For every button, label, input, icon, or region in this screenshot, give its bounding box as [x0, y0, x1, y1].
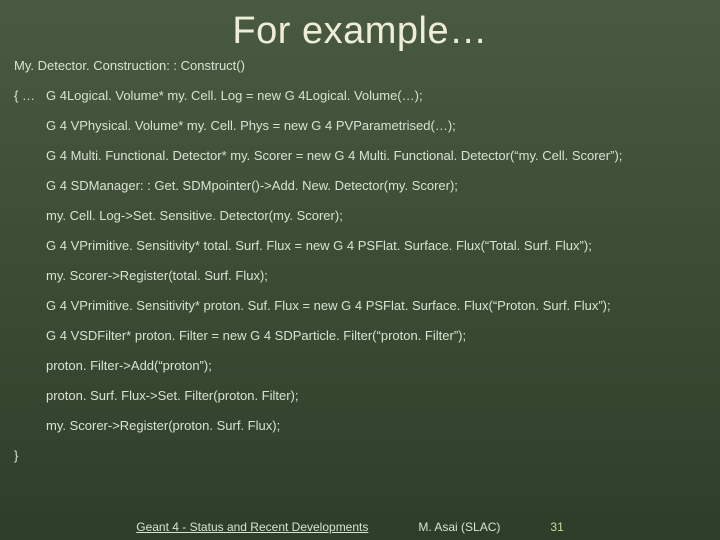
- code-line: { … G 4Logical. Volume* my. Cell. Log = …: [14, 89, 706, 102]
- code-brace-close: }: [14, 449, 18, 462]
- code-line: G 4 Multi. Functional. Detector* my. Sco…: [14, 149, 706, 162]
- code-brace-open: { …: [14, 89, 46, 102]
- code-text: G 4 VPrimitive. Sensitivity* proton. Suf…: [46, 299, 611, 312]
- code-line: proton. Surf. Flux->Set. Filter(proton. …: [14, 389, 706, 402]
- slide: For example… My. Detector. Construction:…: [0, 0, 720, 540]
- code-line: G 4 VPrimitive. Sensitivity* total. Surf…: [14, 239, 706, 252]
- footer-title: Geant 4 - Status and Recent Developments: [136, 520, 368, 534]
- code-text: G 4 VPhysical. Volume* my. Cell. Phys = …: [46, 119, 456, 132]
- code-line: my. Scorer->Register(total. Surf. Flux);: [14, 269, 706, 282]
- slide-title: For example…: [0, 0, 720, 59]
- slide-body: My. Detector. Construction: : Construct(…: [0, 59, 720, 462]
- code-line: G 4 SDManager: : Get. SDMpointer()->Add.…: [14, 179, 706, 192]
- footer-author: M. Asai (SLAC): [418, 520, 500, 534]
- slide-footer: Geant 4 - Status and Recent Developments…: [0, 520, 720, 534]
- code-text: G 4 SDManager: : Get. SDMpointer()->Add.…: [46, 179, 458, 192]
- code-line: proton. Filter->Add(“proton”);: [14, 359, 706, 372]
- code-text: G 4 VPrimitive. Sensitivity* total. Surf…: [46, 239, 592, 252]
- code-line: My. Detector. Construction: : Construct(…: [14, 59, 706, 72]
- code-text: my. Cell. Log->Set. Sensitive. Detector(…: [46, 209, 343, 222]
- code-text: G 4 VSDFilter* proton. Filter = new G 4 …: [46, 329, 466, 342]
- code-text: my. Scorer->Register(proton. Surf. Flux)…: [46, 419, 280, 432]
- code-line: G 4 VPhysical. Volume* my. Cell. Phys = …: [14, 119, 706, 132]
- code-line: }: [14, 449, 706, 462]
- footer-page-number: 31: [550, 520, 563, 534]
- code-text: G 4 Multi. Functional. Detector* my. Sco…: [46, 149, 622, 162]
- code-text: my. Scorer->Register(total. Surf. Flux);: [46, 269, 268, 282]
- code-text: G 4Logical. Volume* my. Cell. Log = new …: [46, 89, 423, 102]
- code-text: proton. Filter->Add(“proton”);: [46, 359, 212, 372]
- code-line: my. Cell. Log->Set. Sensitive. Detector(…: [14, 209, 706, 222]
- code-line: G 4 VPrimitive. Sensitivity* proton. Suf…: [14, 299, 706, 312]
- code-text: proton. Surf. Flux->Set. Filter(proton. …: [46, 389, 299, 402]
- code-text: My. Detector. Construction: : Construct(…: [14, 59, 245, 72]
- code-line: my. Scorer->Register(proton. Surf. Flux)…: [14, 419, 706, 432]
- code-line: G 4 VSDFilter* proton. Filter = new G 4 …: [14, 329, 706, 342]
